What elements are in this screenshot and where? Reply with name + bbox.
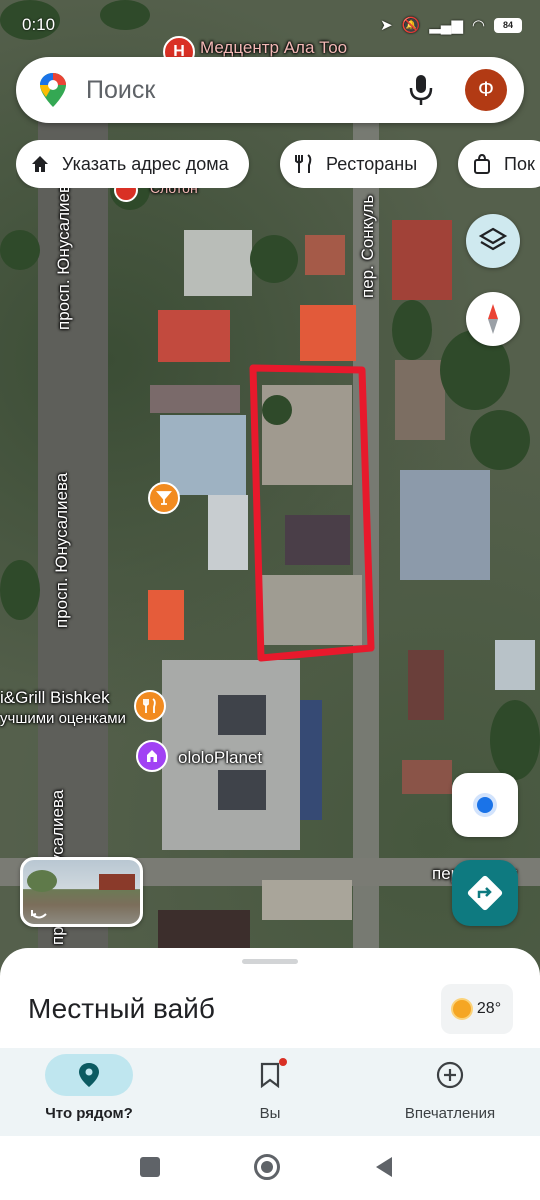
nav-you[interactable]: Вы: [226, 1048, 314, 1136]
layers-icon: [478, 227, 508, 251]
weather-badge[interactable]: 28°: [441, 984, 513, 1034]
shopping-bag-icon: [474, 154, 490, 174]
add-circle-icon: [436, 1061, 464, 1089]
restaurant-icon[interactable]: [134, 690, 166, 722]
category-chips: Указать адрес дома Рестораны Пок: [16, 140, 540, 188]
compass-button[interactable]: [466, 292, 520, 346]
poi-label-grill: i&Grill Bishkek: [0, 688, 110, 707]
nav-label: Вы: [259, 1105, 281, 1122]
restaurant-icon: [295, 154, 312, 173]
chip-label: Указать адрес дома: [62, 153, 229, 174]
sun-icon: [452, 1000, 471, 1018]
layers-button[interactable]: [466, 214, 520, 268]
poi-label-planet: ololoPlanet: [178, 748, 263, 767]
my-location-button[interactable]: [452, 773, 518, 837]
maps-logo-icon: [40, 73, 66, 107]
status-bar: 0:10 ➤ 🔕 ▂▄▆ ◠ 84: [0, 0, 540, 52]
street-label: просп. Юнусалиева: [52, 472, 71, 628]
drag-handle[interactable]: [242, 959, 298, 964]
street-label: пер. Сонкуль: [358, 194, 377, 298]
temperature: 28°: [476, 1000, 502, 1017]
microphone-icon[interactable]: [406, 73, 436, 107]
bottom-nav: Что рядом? Вы Впечатления: [0, 1048, 540, 1136]
street-view-thumbnail[interactable]: [20, 857, 143, 927]
highlight-outline: [249, 364, 375, 662]
sheet-title: Местный вайб: [28, 993, 215, 1024]
nav-label: Что рядом?: [45, 1105, 133, 1122]
compass-icon: [488, 304, 498, 334]
chip-home-address[interactable]: Указать адрес дома: [16, 140, 249, 188]
chip-label: Пок: [504, 153, 535, 174]
nav-explore[interactable]: Что рядом?: [34, 1048, 144, 1136]
status-time: 0:10: [22, 15, 56, 34]
notification-badge: [279, 1058, 287, 1066]
navigation-icon: ➤: [379, 17, 393, 34]
poi-label-grill-sub: учшими оценками: [0, 710, 126, 727]
nav-contribute[interactable]: Впечатления: [390, 1048, 510, 1136]
search-placeholder[interactable]: Поиск: [86, 76, 155, 105]
mute-icon: 🔕: [401, 17, 421, 34]
street-label: просп. Юнусалиева: [54, 174, 73, 330]
rotate-360-icon: [31, 910, 47, 919]
battery-icon: 84: [494, 17, 522, 33]
wifi-icon: ◠: [471, 17, 485, 34]
search-bar[interactable]: Поиск Ф: [16, 57, 524, 123]
home-button[interactable]: [254, 1154, 280, 1180]
directions-icon: [467, 875, 503, 911]
signal-icon: ▂▄▆: [429, 17, 463, 34]
system-nav-bar: [0, 1136, 540, 1200]
chip-label: Рестораны: [326, 153, 418, 174]
home-icon: [32, 156, 48, 172]
directions-button[interactable]: [452, 860, 518, 926]
chip-shopping[interactable]: Пок: [458, 140, 540, 188]
recents-button[interactable]: [140, 1157, 160, 1177]
back-button[interactable]: [374, 1155, 394, 1179]
chip-restaurants[interactable]: Рестораны: [280, 140, 438, 188]
bookmark-icon: [260, 1062, 280, 1088]
explore-pin-icon: [79, 1063, 99, 1087]
avatar[interactable]: Ф: [465, 69, 507, 111]
nav-label: Впечатления: [404, 1105, 496, 1122]
cocktail-bar-icon[interactable]: [148, 482, 180, 514]
my-location-icon: [477, 797, 493, 813]
amusement-icon[interactable]: [136, 740, 168, 772]
